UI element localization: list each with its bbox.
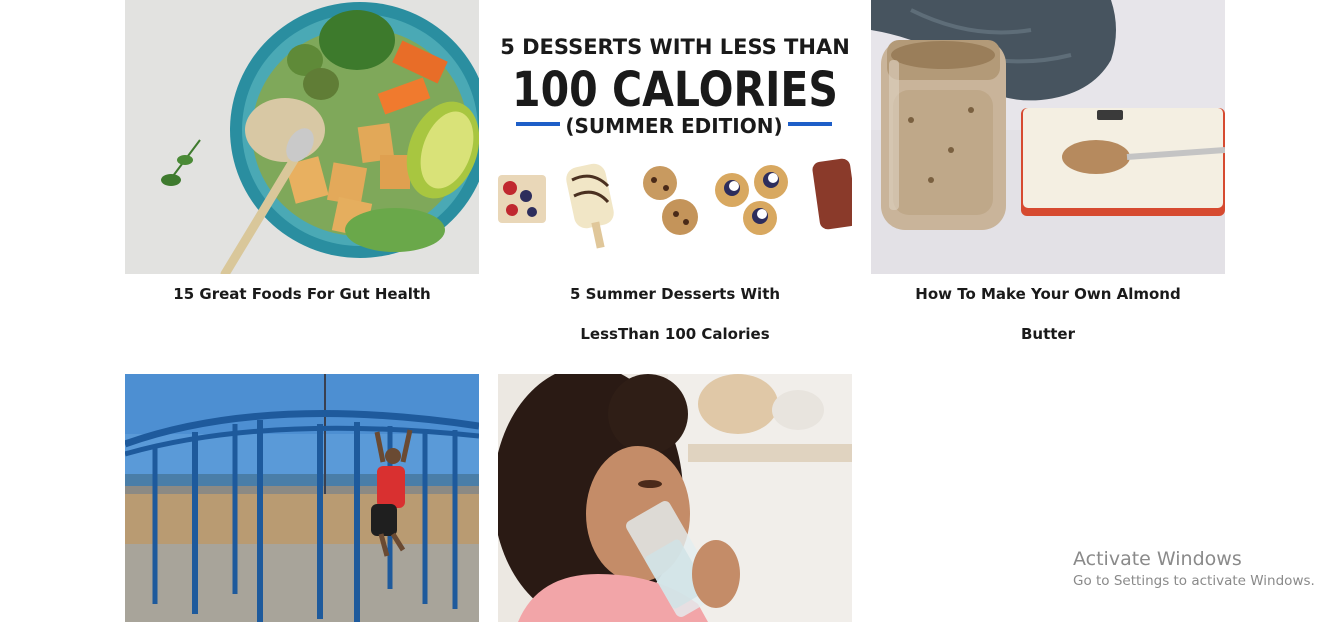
article-card: How To Make Your Own Almond Butter bbox=[871, 0, 1225, 354]
article-title-link[interactable]: How To Make Your Own Almond Butter bbox=[901, 274, 1195, 354]
article-card: 15 Great Foods For Gut Health bbox=[125, 0, 479, 314]
article-grid-page: 15 Great Foods For Gut Health 5 DESSERTS… bbox=[0, 0, 1341, 622]
buddha-bowl-image[interactable] bbox=[125, 0, 479, 274]
image-headline-line3: (SUMMER EDITION) bbox=[565, 114, 782, 138]
almond-butter-jar-image[interactable] bbox=[871, 0, 1225, 274]
article-title-link[interactable]: 5 Summer Desserts With LessThan 100 Calo… bbox=[528, 274, 822, 354]
watermark-subtitle: Go to Settings to activate Windows. bbox=[1073, 573, 1315, 589]
woman-drinking-water-image[interactable] bbox=[498, 374, 852, 622]
image-headline-line2: 100 CALORIES bbox=[512, 62, 838, 118]
image-headline-line1: 5 DESSERTS WITH LESS THAN bbox=[500, 35, 850, 59]
article-card bbox=[125, 374, 479, 622]
watermark-title: Activate Windows bbox=[1073, 548, 1242, 570]
outdoor-pullup-image[interactable] bbox=[125, 374, 479, 622]
article-title-link[interactable]: 15 Great Foods For Gut Health bbox=[155, 274, 449, 314]
article-card bbox=[498, 374, 852, 622]
windows-activation-watermark: Activate Windows Go to Settings to activ… bbox=[1073, 547, 1315, 591]
article-card: 5 DESSERTS WITH LESS THAN 100 CALORIES (… bbox=[498, 0, 852, 354]
summer-desserts-image[interactable]: 5 DESSERTS WITH LESS THAN 100 CALORIES (… bbox=[498, 0, 852, 274]
